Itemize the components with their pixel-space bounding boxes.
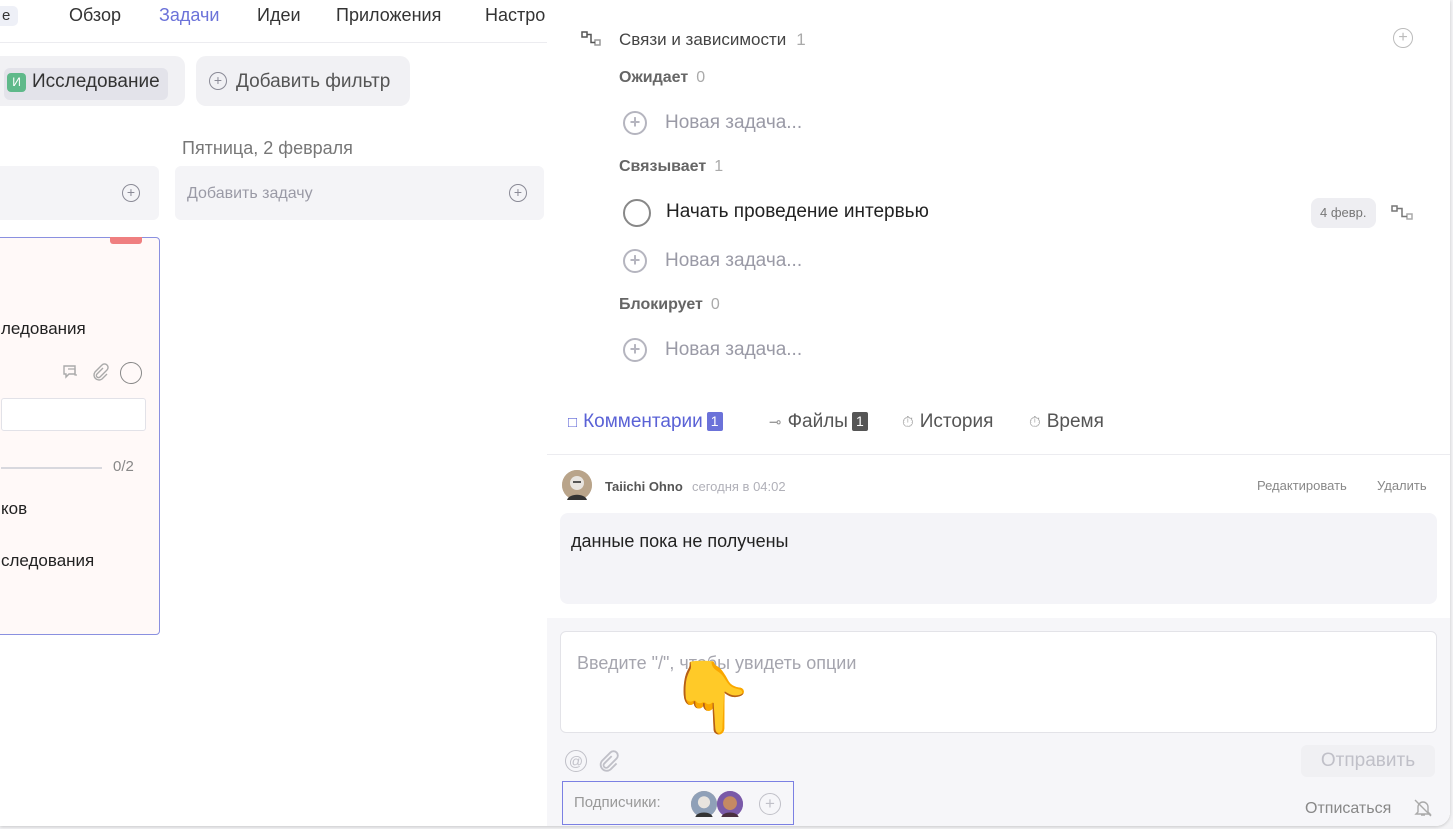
edit-comment-link[interactable]: Редактировать: [1257, 478, 1347, 493]
files-badge: 1: [851, 412, 868, 431]
section-blocks: Блокирует 0: [619, 296, 720, 313]
filter-tag-label: Исследование: [32, 71, 160, 92]
attach-icon[interactable]: [597, 750, 619, 777]
plus-circle-icon: +: [209, 72, 227, 90]
nav-divider: [0, 42, 547, 43]
tab-comments[interactable]: □ Комментарии 1: [568, 411, 723, 433]
tab-time[interactable]: ⏱ Время: [1029, 411, 1104, 433]
stopwatch-icon: ⏱: [902, 414, 914, 431]
add-relation-button[interactable]: +: [1393, 28, 1413, 48]
tabs-divider: [547, 454, 1450, 455]
comment-icon: [62, 364, 80, 379]
relations-count: 1: [796, 30, 806, 49]
new-task-links[interactable]: + Новая задача...: [623, 249, 802, 273]
relations-title: Связи и зависимости 1: [619, 30, 806, 49]
nav-tasks[interactable]: Задачи: [159, 5, 219, 26]
unsubscribe-link[interactable]: Отписаться: [1305, 800, 1391, 818]
tab-history[interactable]: ⏱ История: [902, 411, 993, 433]
subscribers-label: Подписчики:: [574, 794, 661, 811]
avatar: [691, 791, 717, 817]
add-task-placeholder: Добавить задачу: [187, 185, 313, 202]
section-links: Связывает 1: [619, 158, 724, 175]
nav-overview[interactable]: Обзор: [69, 5, 121, 26]
new-task-blocks[interactable]: + Новая задача...: [623, 338, 802, 362]
paperclip-icon: ⊸: [769, 414, 782, 431]
bell-off-icon[interactable]: [1413, 798, 1433, 823]
paperclip-icon: [91, 363, 109, 386]
add-filter-label: Добавить фильтр: [236, 71, 391, 92]
board-panel: е Обзор Задачи Идеи Приложения Настро И …: [0, 0, 547, 826]
avatar: [717, 791, 743, 817]
section-waiting: Ожидает 0: [619, 69, 706, 86]
mention-icon[interactable]: @: [565, 750, 587, 772]
add-task-field[interactable]: Добавить задачу +: [175, 166, 544, 220]
add-filter-button[interactable]: + Добавить фильтр: [196, 56, 410, 106]
comment-time: сегодня в 04:02: [692, 479, 786, 494]
card-title-line: ледования: [1, 319, 86, 338]
column-title-friday: Пятница, 2 февраля: [182, 138, 353, 158]
comment-icon: □: [568, 414, 578, 431]
delete-comment-link[interactable]: Удалить: [1377, 478, 1427, 493]
comments-badge: 1: [706, 412, 723, 431]
task-card[interactable]: ледования 0/2 ков следования: [0, 237, 160, 635]
progress-count: 0/2: [113, 458, 134, 475]
filter-chip-research[interactable]: И Исследование: [0, 56, 185, 106]
plus-circle-icon: +: [623, 111, 647, 135]
progress-track: [1, 467, 102, 469]
link-icon[interactable]: [1391, 205, 1415, 226]
nav-settings[interactable]: Настро: [485, 5, 545, 26]
comment-body: данные пока не получены: [560, 513, 1437, 604]
plus-circle-icon: +: [122, 184, 140, 202]
new-task-waiting[interactable]: + Новая задача...: [623, 111, 802, 135]
comment-text: данные пока не получены: [571, 531, 789, 551]
linked-task-date: 4 февр.: [1311, 198, 1376, 228]
subscribers-box[interactable]: Подписчики: +: [562, 781, 794, 825]
add-task-field-left[interactable]: +: [0, 166, 159, 220]
checklist-item: следования: [1, 551, 95, 570]
add-subscriber-button[interactable]: +: [759, 793, 781, 815]
checklist-item: ков: [1, 499, 28, 518]
nav-partial-item[interactable]: е: [0, 6, 19, 26]
tag-letter-icon: И: [7, 73, 26, 92]
plus-circle-icon: +: [623, 249, 647, 273]
nav-ideas[interactable]: Идеи: [257, 5, 301, 26]
comment-author[interactable]: Taiichi Ohno: [605, 479, 683, 494]
linked-task-checkbox[interactable]: [623, 199, 651, 227]
send-button[interactable]: Отправить: [1301, 745, 1435, 777]
relations-icon: [581, 31, 603, 52]
plus-circle-icon: +: [509, 184, 527, 202]
linked-task-title[interactable]: Начать проведение интервью: [666, 201, 929, 223]
pointing-hand-icon: 👇: [668, 658, 756, 736]
card-subtask-input[interactable]: [1, 398, 146, 431]
avatar: [562, 470, 592, 500]
nav-apps[interactable]: Приложения: [336, 5, 441, 26]
tab-files[interactable]: ⊸ Файлы 1: [769, 411, 868, 433]
stopwatch-icon: ⏱: [1029, 414, 1041, 431]
priority-flag: [110, 237, 142, 244]
task-status-circle[interactable]: [120, 362, 142, 384]
plus-circle-icon: +: [623, 338, 647, 362]
